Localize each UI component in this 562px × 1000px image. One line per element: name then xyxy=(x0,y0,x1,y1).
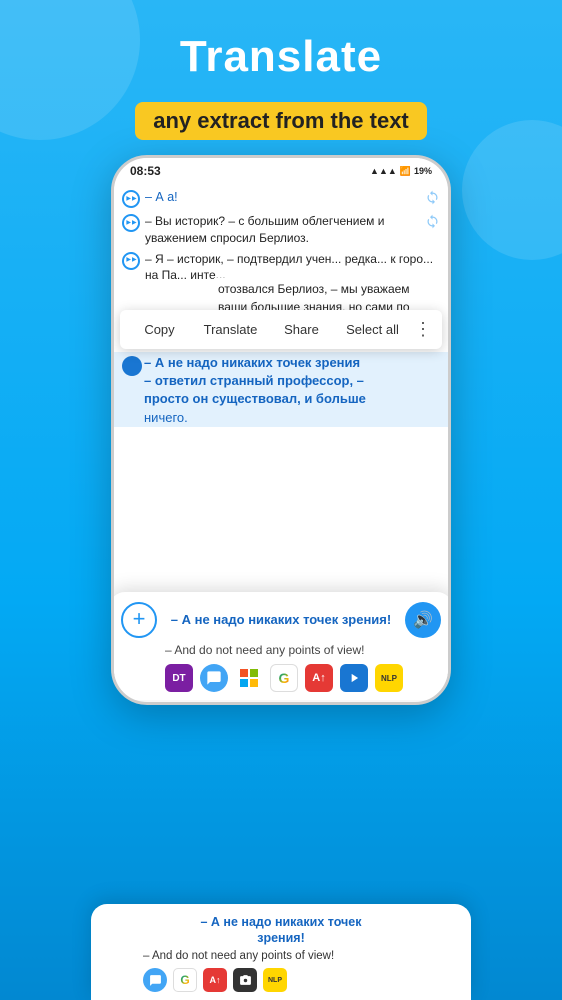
source-text-display: – А не надо никаких точек зрения! xyxy=(165,612,397,629)
play-button-2[interactable]: ▶ xyxy=(122,214,140,232)
selected-text-1: – А не надо никаких точек зрения xyxy=(144,354,366,372)
status-bar: 08:53 ▲▲▲ 📶 19% xyxy=(114,158,448,182)
reader-content: ▶ – А а! ▶ – Вы историк? – с большим обл… xyxy=(114,182,448,700)
translation-panel: + – А не надо никаких точек зрения! 🔊 – … xyxy=(114,592,448,700)
bottom-icon-camera[interactable] xyxy=(233,968,257,992)
bottom-icon-reverso[interactable]: A↑ xyxy=(203,968,227,992)
subtitle-text: any extract from the text xyxy=(153,108,409,133)
status-icons: ▲▲▲ 📶 19% xyxy=(370,166,432,177)
app-icons-row: DT G A↑ xyxy=(121,664,441,692)
selected-text-4: ничего. xyxy=(144,409,366,427)
selected-text-3: просто он существовал, и больше xyxy=(144,390,366,408)
sync-icon-2[interactable] xyxy=(425,214,440,229)
app-icon-bubble[interactable] xyxy=(200,664,228,692)
app-icon-ms[interactable] xyxy=(235,664,263,692)
bottom-icon-nlp[interactable]: NLP xyxy=(263,968,287,992)
phone-mockup: 08:53 ▲▲▲ 📶 19% ▶ – А а! xyxy=(111,155,451,725)
translated-text: – And do not need any points of view! xyxy=(121,643,441,657)
bottom-icon-bubble[interactable] xyxy=(143,968,167,992)
subtitle-badge: any extract from the text xyxy=(135,102,427,140)
audio-button[interactable]: 🔊 xyxy=(405,602,441,638)
audio-icon: 🔊 xyxy=(413,610,433,630)
select-all-button[interactable]: Select all xyxy=(337,318,408,341)
copy-button[interactable]: Copy xyxy=(124,318,195,341)
bottom-icon-google[interactable]: G xyxy=(173,968,197,992)
reader-text-2: – Вы историк? – с большим облегчением и … xyxy=(145,213,425,247)
selected-text-2: – ответил странный профессор, – xyxy=(144,372,366,390)
bottom-preview: – А не надо никаких точек зрения! – And … xyxy=(91,904,471,1000)
page-title: Translate xyxy=(20,32,542,82)
bottom-icons-row: G A↑ NLP xyxy=(105,968,457,992)
status-time: 08:53 xyxy=(130,164,161,178)
context-menu: Copy Translate Share Select all ⋮ xyxy=(120,310,442,349)
header: Translate any extract from the text xyxy=(0,0,562,156)
bottom-translated: – And do not need any points of view! xyxy=(105,950,457,962)
selection-area: – А не надо никаких точек зрения – ответ… xyxy=(114,352,448,427)
selection-handle xyxy=(122,356,142,376)
reader-text-1: – А а! xyxy=(145,189,425,207)
app-icon-dt[interactable]: DT xyxy=(165,664,193,692)
translate-button[interactable]: Translate xyxy=(195,318,266,341)
more-options-button[interactable]: ⋮ xyxy=(408,319,438,340)
play-button-3[interactable]: ▶ xyxy=(122,252,140,270)
app-icon-nlp[interactable]: NLP xyxy=(375,664,403,692)
add-button[interactable]: + xyxy=(121,602,157,638)
reader-line-2: ▶ – Вы историк? – с большим облегчением … xyxy=(114,211,448,249)
bottom-source-line2: зрения! xyxy=(105,930,457,946)
sync-icon-1[interactable] xyxy=(425,190,440,205)
reader-line: ▶ – А а! xyxy=(114,186,448,211)
app-icon-reverso[interactable]: A↑ xyxy=(305,664,333,692)
play-button-1[interactable]: ▶ xyxy=(122,190,140,208)
add-icon: + xyxy=(133,608,146,630)
app-icon-prompt[interactable] xyxy=(340,664,368,692)
app-icon-google[interactable]: G xyxy=(270,664,298,692)
share-button[interactable]: Share xyxy=(266,318,337,341)
bottom-source-line1: – А не надо никаких точек xyxy=(105,914,457,930)
